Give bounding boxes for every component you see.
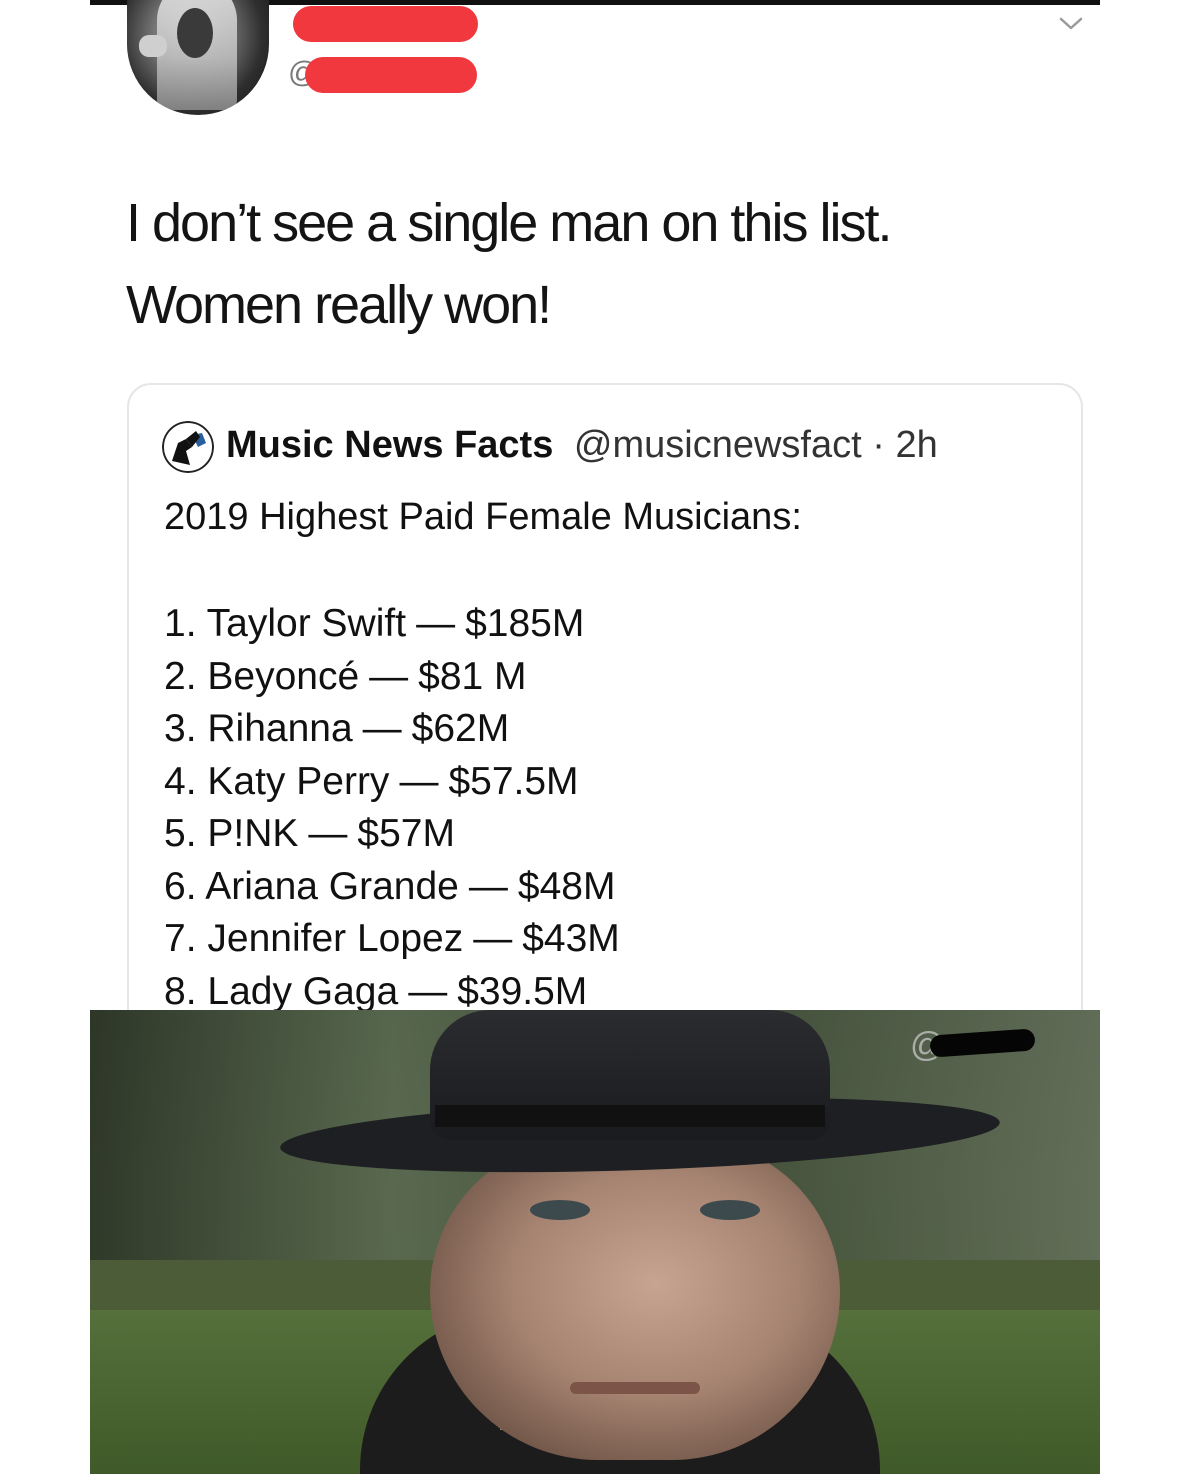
tweet-text-line-2: Women really won!	[126, 275, 552, 335]
ranking-item: 7. Jennifer Lopez — $43M	[164, 913, 620, 966]
music-news-facts-logo-icon[interactable]	[162, 421, 214, 473]
ranking-list: 1. Taylor Swift — $185M 2. Beyoncé — $81 M 3. …	[164, 598, 620, 1018]
quoted-timestamp[interactable]: 2h	[895, 424, 937, 466]
chevron-down-icon[interactable]	[1058, 10, 1084, 36]
ranking-name: Ariana Grande	[205, 864, 459, 908]
ranking-number: 8.	[164, 969, 197, 1013]
tweet-text: I don’t see a single man on this list. W…	[126, 182, 1086, 346]
ranking-dash: —	[416, 602, 456, 645]
ranking-amount: $185M	[465, 602, 585, 645]
quoted-display-name[interactable]: Music News Facts	[226, 424, 553, 466]
ranking-dash: —	[408, 969, 448, 1013]
ranking-number: 4.	[164, 759, 197, 803]
ranking-number: 7.	[164, 917, 197, 960]
ranking-number: 2.	[164, 654, 197, 698]
ranking-item: 4. Katy Perry — $57.5M	[164, 756, 620, 809]
ranking-item: 2. Beyoncé — $81 M	[164, 651, 620, 704]
ranking-name: Taylor Swift	[206, 602, 407, 645]
ranking-item: 6. Ariana Grande — $48M	[164, 861, 620, 914]
ranking-name: Lady Gaga	[207, 969, 399, 1013]
ranking-dash: —	[399, 759, 439, 803]
ranking-number: 3.	[164, 707, 197, 750]
ranking-amount: $57M	[357, 812, 455, 855]
tweet-text-line-1: I don’t see a single man on this list.	[126, 193, 892, 253]
ranking-dash: —	[468, 864, 508, 908]
ranking-name: Katy Perry	[207, 759, 390, 803]
ranking-number: 6.	[164, 864, 197, 908]
ranking-number: 5.	[164, 812, 197, 855]
ranking-item: 5. P!NK — $57M	[164, 808, 620, 861]
ranking-dash: —	[369, 654, 409, 698]
ranking-number: 1.	[164, 602, 197, 645]
quoted-handle[interactable]: @musicnewsfact	[574, 424, 862, 466]
ranking-amount: $43M	[522, 917, 620, 960]
ranking-amount: $39.5M	[457, 969, 588, 1013]
ranking-dash: —	[362, 707, 402, 750]
ranking-name: Jennifer Lopez	[207, 917, 464, 960]
ranking-name: Rihanna	[207, 707, 353, 750]
ranking-name: P!NK	[207, 812, 299, 855]
user-avatar[interactable]	[127, 0, 269, 115]
quoted-tweet-title: 2019 Highest Paid Female Musicians:	[164, 496, 802, 538]
redacted-display-name	[293, 6, 478, 42]
header-separator: ·	[872, 424, 885, 466]
meme-page: @ I don’t see a single man on this list.…	[0, 0, 1180, 1474]
ranking-name: Beyoncé	[207, 654, 360, 698]
ranking-dash: —	[473, 917, 513, 960]
redacted-user-handle	[305, 57, 477, 93]
ranking-item: 1. Taylor Swift — $185M	[164, 598, 620, 651]
ranking-amount: $48M	[517, 864, 616, 908]
quoted-tweet-header: Music News Facts @musicnewsfact · 2h	[226, 424, 938, 467]
ranking-amount: $57.5M	[448, 759, 579, 803]
ranking-dash: —	[308, 812, 348, 855]
ranking-amount: $62M	[411, 707, 510, 750]
ranking-amount: $81 M	[418, 654, 527, 698]
reaction-photo: @	[90, 1010, 1100, 1474]
ranking-item: 3. Rihanna — $62M	[164, 703, 620, 756]
